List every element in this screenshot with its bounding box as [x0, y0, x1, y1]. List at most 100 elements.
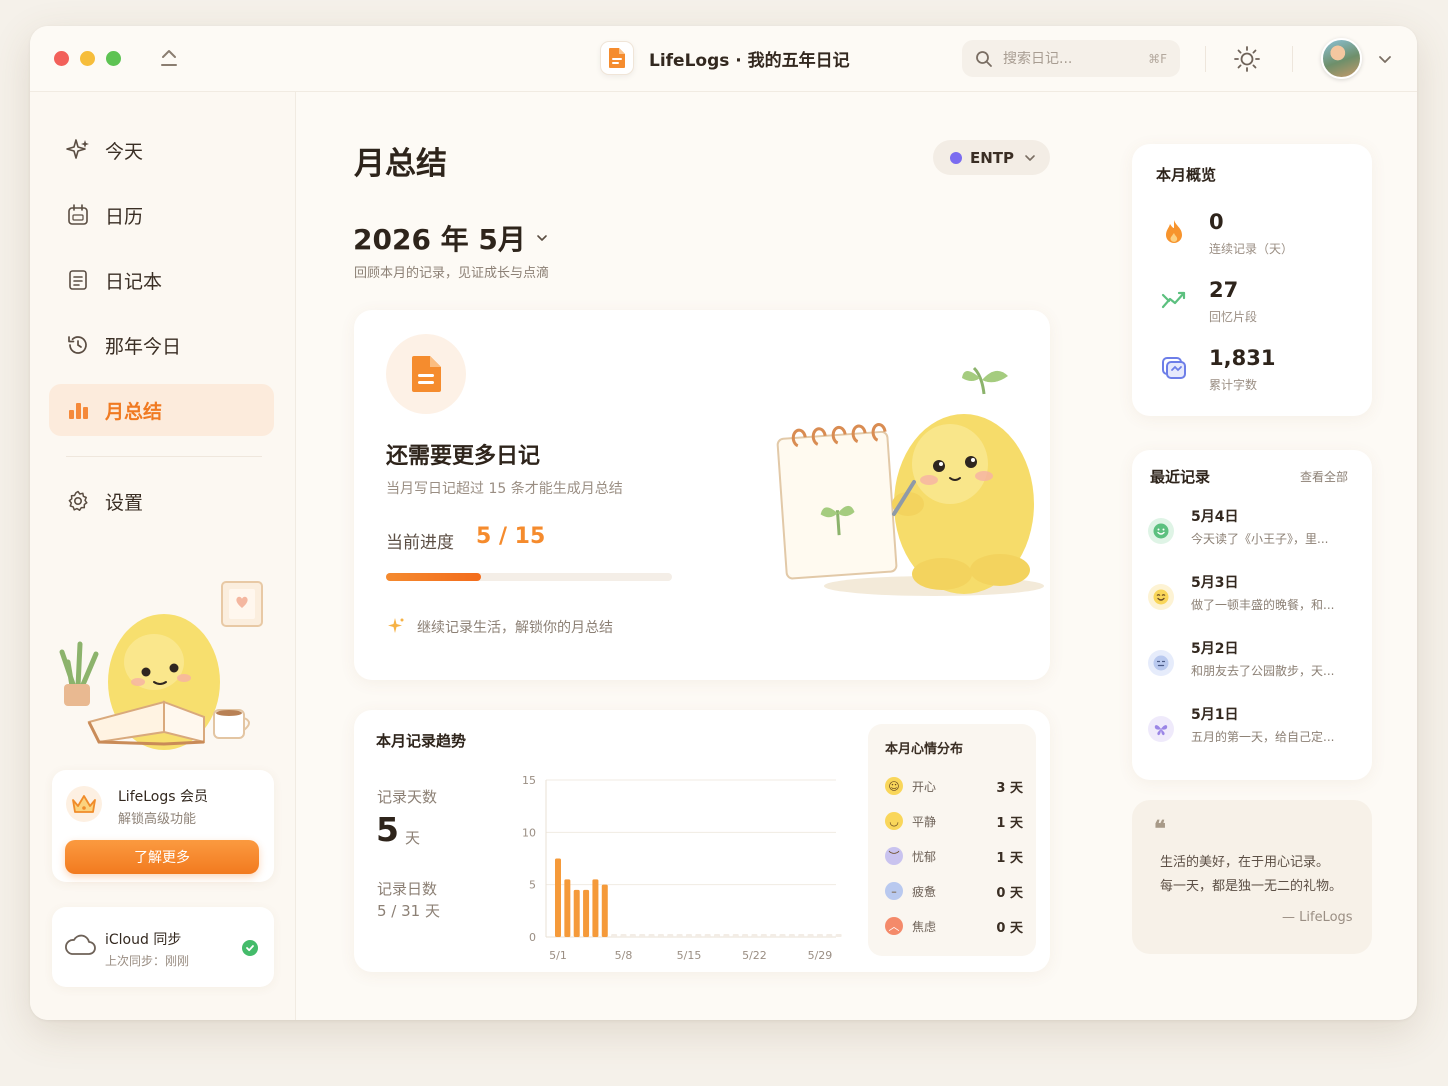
minimize-window-button[interactable]: [80, 51, 95, 66]
sidebar-item-label: 那年今日: [105, 335, 182, 358]
sun-icon[interactable]: [1233, 45, 1261, 73]
summary-locked-card: 还需要更多日记 当月写日记超过 15 条才能生成月总结 当前进度 5 / 15 …: [354, 310, 1050, 680]
calm-face-icon: ◡: [885, 812, 903, 830]
recent-entry[interactable]: 5月3日 做了一顿丰盛的晚餐，和...: [1148, 572, 1362, 622]
sidebar-item-label: 日记本: [105, 270, 163, 293]
chart-y-tick-label: 15: [522, 774, 536, 787]
trend-bar-chart: 0 5 10 15 5/1 5/8 5/15 5/22 5/29: [522, 774, 842, 962]
chart-bar: [657, 934, 664, 937]
cloud-icon: [65, 934, 96, 955]
sidebar-item-notebook[interactable]: 日记本: [49, 254, 274, 306]
progress-label: 当前进度: [386, 533, 454, 553]
close-window-button[interactable]: [54, 51, 69, 66]
search-input[interactable]: [1003, 50, 1133, 67]
sidebar-item-monthly-summary[interactable]: 月总结: [49, 384, 274, 436]
chart-bar: [714, 934, 721, 937]
recent-entry[interactable]: 5月2日 和朋友去了公园散步，天...: [1148, 638, 1362, 688]
recent-entry[interactable]: 5月4日 今天读了《小王子》，里...: [1148, 506, 1362, 556]
mood-distribution-panel: 本月心情分布 ☺ 开心 3 天 ◡ 平静 1 天 ︶ 忧郁 1 天 – 疲惫 0…: [868, 724, 1036, 956]
sidebar-item-on-this-day[interactable]: 那年今日: [49, 319, 274, 371]
sidebar-item-label: 今天: [105, 140, 144, 163]
icloud-sync-card[interactable]: iCloud 同步 上次同步：刚刚: [52, 907, 274, 987]
recent-entry[interactable]: 5月1日 五月的第一天，给自己定...: [1148, 704, 1362, 754]
chart-bar: [555, 858, 561, 937]
chart-bar: [583, 889, 590, 937]
sidebar-item-calendar[interactable]: 日历: [49, 189, 274, 241]
hero-subtitle: 当月写日记超过 15 条才能生成月总结: [386, 481, 623, 497]
overview-streak: 0 连续记录（天）: [1154, 210, 1354, 260]
memories-label: 回忆片段: [1209, 310, 1258, 324]
page-title: 月总结: [354, 146, 447, 182]
chart-y-tick-label: 0: [529, 931, 536, 944]
monthly-overview-card: 本月概览 0 连续记录（天） 27 回忆片段 1,831 累计字数: [1132, 144, 1372, 416]
flame-icon: [1160, 218, 1188, 246]
learn-more-button[interactable]: 了解更多: [65, 840, 259, 874]
gear-icon: [66, 489, 90, 513]
history-icon: [66, 333, 90, 357]
progress-value: 5 / 15: [476, 524, 546, 549]
days-unit: 天: [405, 829, 421, 847]
chart-bar: [648, 934, 655, 937]
monthly-trend-card: 本月记录趋势 记录天数 5 天 记录日数 5 / 31 天 0 5 10 15 5/1 5…: [354, 710, 1050, 972]
icloud-title: iCloud 同步: [105, 932, 182, 948]
word-count-value: 1,831: [1209, 346, 1276, 370]
hero-hint: 继续记录生活，解锁你的月总结: [417, 620, 613, 636]
avatar[interactable]: [1321, 38, 1362, 79]
zoom-window-button[interactable]: [106, 51, 121, 66]
chart-bar: [611, 934, 618, 937]
butterfly-icon: [1148, 716, 1174, 742]
chart-bar: [620, 934, 627, 937]
chart-y-tick-label: 5: [529, 879, 536, 892]
mood-row-happy: ☺ 开心 3 天: [885, 776, 1023, 796]
chart-bar: [798, 934, 805, 937]
sidebar-item-label: 日历: [105, 205, 144, 228]
chart-bar: [826, 934, 833, 937]
entry-preview: 五月的第一天，给自己定...: [1191, 730, 1335, 744]
chart-bar: [629, 934, 636, 937]
app-window: LifeLogs · 我的五年日记 ⌘F: [30, 26, 1417, 1020]
icloud-subtitle: 上次同步：刚刚: [105, 954, 190, 968]
chart-bar: [601, 884, 608, 937]
recent-title: 最近记录: [1150, 468, 1211, 486]
sidebar: 今天 日历 日记本 那年今日 月总结 设置 LifeLogs 会员 解锁高级功能…: [30, 92, 296, 1020]
streak-label: 连续记录（天）: [1209, 242, 1294, 256]
angry-face-icon: ︿: [885, 917, 903, 935]
sidebar-item-today[interactable]: 今天: [49, 124, 274, 176]
entry-preview: 和朋友去了公园散步，天...: [1191, 664, 1335, 678]
memories-value: 27: [1209, 278, 1239, 302]
chevron-down-icon: [537, 235, 547, 241]
quote-mark-icon: ❝: [1154, 816, 1166, 842]
search-box[interactable]: ⌘F: [962, 40, 1180, 77]
sidebar-item-settings[interactable]: 设置: [49, 475, 274, 527]
search-shortcut: ⌘F: [1148, 51, 1167, 66]
mbti-selector[interactable]: ENTP: [933, 140, 1050, 175]
tired-face-icon: –: [885, 882, 903, 900]
happy-face-icon: ☺: [885, 777, 903, 795]
notebook-icon: [66, 268, 90, 292]
mood-row-melancholy: ︶ 忧郁 1 天: [885, 846, 1023, 866]
calm-face-icon: [1148, 650, 1174, 676]
progress-bar: [386, 573, 672, 581]
membership-title: LifeLogs 会员: [118, 789, 208, 805]
month-title: 2026 年 5月: [353, 223, 526, 256]
logged-days-label: 记录日数: [377, 880, 438, 898]
smile-face-icon: [1148, 518, 1174, 544]
mascot-with-notepad-illustration: [776, 366, 1044, 596]
text-count-icon: [1160, 354, 1188, 382]
quote-line: 每一天，都是独一无二的礼物。: [1160, 879, 1343, 894]
divider: [66, 456, 262, 457]
month-selector[interactable]: 2026 年 5月: [353, 218, 549, 258]
chart-bar: [807, 934, 814, 937]
view-all-link[interactable]: 查看全部: [1300, 468, 1348, 485]
sparkle-icon: [388, 618, 404, 633]
mood-row-anxious: ︿ 焦虑 0 天: [885, 916, 1023, 936]
chevron-down-icon[interactable]: [1377, 51, 1393, 67]
mood-title: 本月心情分布: [885, 742, 964, 757]
chevron-down-icon: [1025, 154, 1035, 161]
chart-bar: [695, 934, 702, 937]
chart-bar: [835, 934, 842, 937]
word-count-label: 累计字数: [1209, 378, 1258, 392]
search-icon: [976, 50, 992, 67]
entry-date: 5月2日: [1191, 641, 1239, 657]
collapse-sidebar-icon[interactable]: [158, 46, 180, 70]
